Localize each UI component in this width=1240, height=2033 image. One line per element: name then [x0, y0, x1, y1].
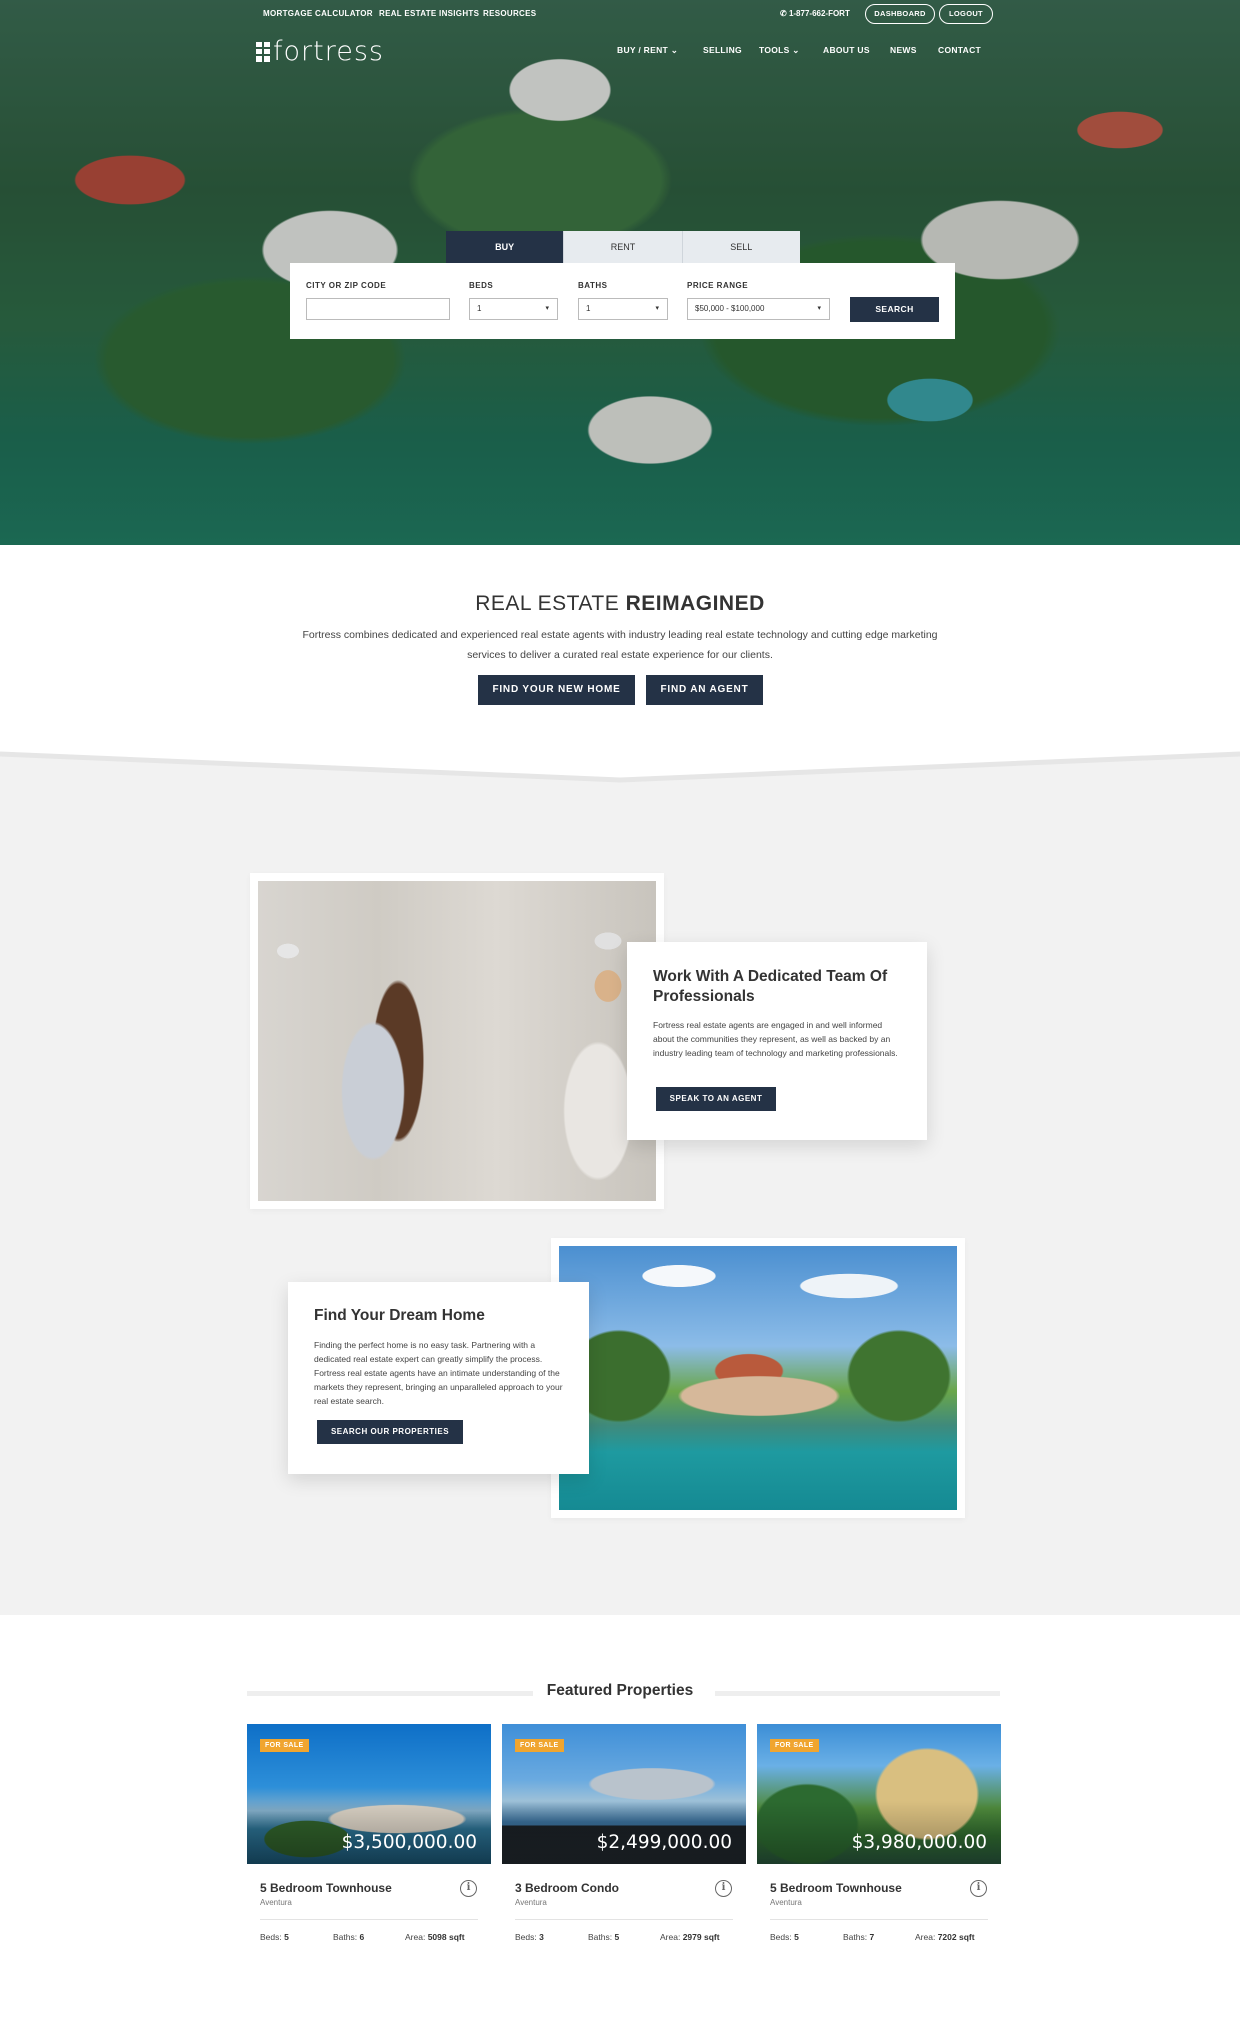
- intro-text: Fortress combines dedicated and experien…: [302, 629, 938, 661]
- nav-selling[interactable]: SELLING: [703, 45, 742, 55]
- area-stat: Area: 5098 sqft: [405, 1932, 465, 1942]
- status-badge: FOR SALE: [515, 1739, 564, 1752]
- info-icon[interactable]: i: [715, 1880, 732, 1897]
- dream-photo-frame: [551, 1238, 965, 1518]
- status-badge: FOR SALE: [770, 1739, 819, 1752]
- baths-stat: Baths: 5: [588, 1932, 620, 1942]
- speak-to-agent-button[interactable]: SPEAK TO AN AGENT: [656, 1087, 776, 1111]
- baths-select[interactable]: 1 ▾: [578, 298, 668, 320]
- beds-label: BEDS: [469, 281, 494, 290]
- info-icon[interactable]: i: [460, 1880, 477, 1897]
- divider: [515, 1919, 733, 1920]
- featured-title: Featured Properties: [0, 1682, 1240, 1700]
- section-divider: [0, 748, 1240, 783]
- nav-about-us[interactable]: ABOUT US: [823, 45, 870, 55]
- beds-stat: Beds: 5: [260, 1932, 289, 1942]
- chevron-down-icon: ⌄: [670, 45, 679, 55]
- dream-title: Find Your Dream Home: [314, 1307, 485, 1324]
- dashboard-button[interactable]: DASHBOARD: [865, 4, 935, 24]
- property-title[interactable]: 5 Bedroom Townhouse: [770, 1881, 902, 1895]
- property-city: Aventura: [770, 1898, 802, 1907]
- price-range-label: PRICE RANGE: [687, 281, 749, 290]
- property-card[interactable]: FOR SALE $3,500,000.00 5 Bedroom Townhou…: [247, 1724, 491, 1942]
- price-range-select[interactable]: $50,000 - $100,000 ▾: [687, 298, 830, 320]
- baths-label: BATHS: [578, 281, 608, 290]
- search-tabs: BUY RENT SELL: [446, 231, 800, 263]
- info-icon[interactable]: i: [970, 1880, 987, 1897]
- baths-stat: Baths: 7: [843, 1932, 875, 1942]
- find-agent-button[interactable]: FIND AN AGENT: [646, 675, 763, 705]
- city-label: CITY OR ZIP CODE: [306, 281, 387, 290]
- property-search-form: CITY OR ZIP CODE BEDS 1 ▾ BATHS 1 ▾ PRICE …: [290, 263, 955, 339]
- nav-news[interactable]: NEWS: [890, 45, 917, 55]
- real-estate-insights-link[interactable]: REAL ESTATE INSIGHTS: [379, 9, 479, 18]
- logo-icon: [256, 41, 270, 62]
- tab-buy[interactable]: BUY: [446, 231, 564, 263]
- property-title[interactable]: 5 Bedroom Townhouse: [260, 1881, 392, 1895]
- mansion-waterfront-photo: [559, 1246, 957, 1510]
- status-badge: FOR SALE: [260, 1739, 309, 1752]
- nav-buy-rent[interactable]: BUY / RENT ⌄: [617, 45, 678, 56]
- beds-stat: Beds: 5: [770, 1932, 799, 1942]
- nav-tools[interactable]: TOOLS ⌄: [759, 45, 800, 56]
- phone-link[interactable]: ✆ 1-877-662-FORT: [780, 9, 850, 18]
- phone-number: 1-877-662-FORT: [788, 9, 850, 18]
- property-city: Aventura: [260, 1898, 292, 1907]
- top-bar: MORTGAGE CALCULATOR REAL ESTATE INSIGHTS…: [0, 0, 1240, 28]
- nav-contact[interactable]: CONTACT: [938, 45, 981, 55]
- beds-stat: Beds: 3: [515, 1932, 544, 1942]
- property-price: $3,980,000.00: [851, 1832, 987, 1853]
- brand-logo[interactable]: fortress: [256, 36, 384, 67]
- search-properties-button[interactable]: SEARCH OUR PROPERTIES: [317, 1420, 463, 1444]
- property-city: Aventura: [515, 1898, 547, 1907]
- resources-link[interactable]: RESOURCES: [483, 9, 536, 18]
- property-photo[interactable]: FOR SALE $2,499,000.00: [502, 1724, 746, 1864]
- baths-stat: Baths: 6: [333, 1932, 365, 1942]
- agents-meeting-photo: [258, 881, 656, 1201]
- phone-icon: ✆: [780, 9, 787, 18]
- mortgage-calculator-link[interactable]: MORTGAGE CALCULATOR: [263, 9, 373, 18]
- chevron-down-icon: ⌄: [792, 45, 800, 55]
- dream-text: Finding the perfect home is no easy task…: [314, 1340, 563, 1406]
- team-text: Fortress real estate agents are engaged …: [653, 1020, 898, 1058]
- property-price: $2,499,000.00: [596, 1832, 732, 1853]
- brand-name: fortress: [273, 36, 384, 67]
- property-photo[interactable]: FOR SALE $3,500,000.00: [247, 1724, 491, 1864]
- chevron-down-icon: ▾: [545, 305, 549, 312]
- property-photo[interactable]: FOR SALE $3,980,000.00: [757, 1724, 1001, 1864]
- divider: [260, 1919, 478, 1920]
- city-zip-input[interactable]: [306, 298, 450, 320]
- team-photo-frame: [250, 873, 664, 1209]
- area-stat: Area: 2979 sqft: [660, 1932, 720, 1942]
- team-title: Work With A Dedicated Team Of Profession…: [653, 968, 888, 1005]
- property-card[interactable]: FOR SALE $3,980,000.00 5 Bedroom Townhou…: [757, 1724, 1001, 1942]
- beds-select[interactable]: 1 ▾: [469, 298, 558, 320]
- search-button[interactable]: SEARCH: [850, 297, 939, 322]
- logout-button[interactable]: LOGOUT: [939, 4, 993, 24]
- dream-card: Find Your Dream Home Finding the perfect…: [288, 1282, 589, 1474]
- tab-rent[interactable]: RENT: [563, 231, 682, 263]
- intro-title: REAL ESTATE REIMAGINED: [475, 592, 765, 615]
- property-title[interactable]: 3 Bedroom Condo: [515, 1881, 619, 1895]
- area-stat: Area: 7202 sqft: [915, 1932, 975, 1942]
- property-price: $3,500,000.00: [341, 1832, 477, 1853]
- team-card: Work With A Dedicated Team Of Profession…: [627, 942, 927, 1140]
- divider: [770, 1919, 988, 1920]
- chevron-down-icon: ▾: [655, 305, 659, 312]
- find-new-home-button[interactable]: FIND YOUR NEW HOME: [478, 675, 635, 705]
- chevron-down-icon: ▾: [817, 305, 821, 312]
- tab-sell[interactable]: SELL: [681, 231, 800, 263]
- property-card[interactable]: FOR SALE $2,499,000.00 3 Bedroom Condo A…: [502, 1724, 746, 1942]
